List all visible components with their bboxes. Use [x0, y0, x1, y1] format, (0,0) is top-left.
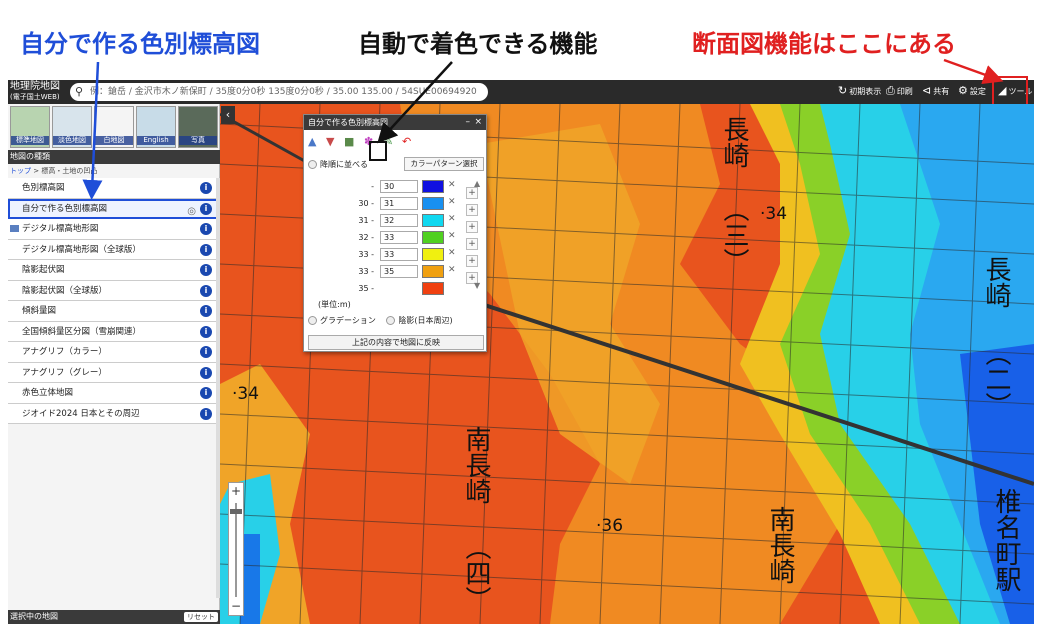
annotation-arrows — [82, 58, 1004, 200]
